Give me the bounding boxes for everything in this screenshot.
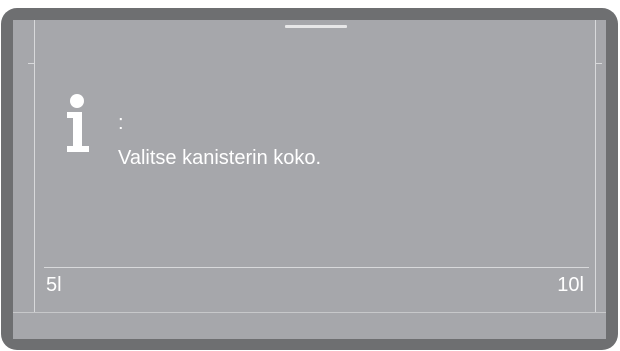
info-icon [63,94,95,154]
options-separator [44,267,589,268]
footer-divider [13,312,606,313]
frame-tick-right [595,63,602,64]
frame-tick-left [28,63,35,64]
display-screen [13,20,606,339]
message-prefix: : [118,112,124,134]
message-text: Valitse kanisterin koko. [118,147,322,169]
option-10l[interactable]: 10l [557,273,584,297]
option-5l[interactable]: 5l [46,273,62,297]
top-indicator [285,25,347,28]
